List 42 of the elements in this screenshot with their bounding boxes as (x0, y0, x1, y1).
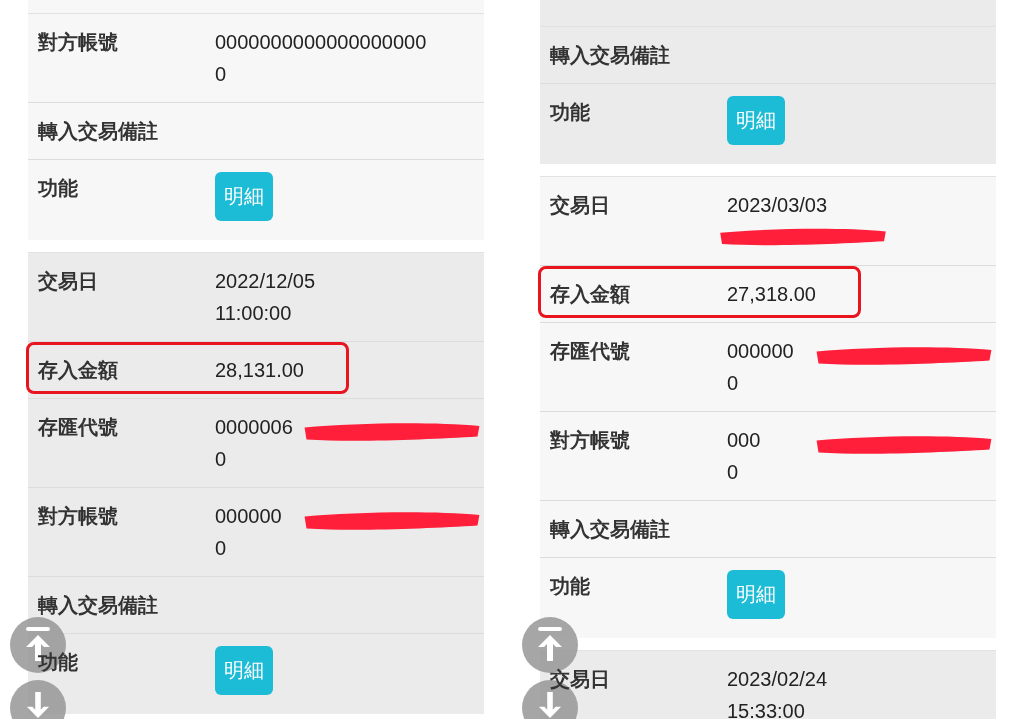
field-label: 存匯代號 (550, 339, 631, 364)
field-label: 轉入交易備註 (38, 593, 159, 618)
field-label: 存匯代號 (38, 415, 119, 440)
field-label: 轉入交易備註 (550, 517, 671, 542)
field-label: 功能 (550, 100, 591, 125)
field-label: 存入金額 (38, 358, 119, 383)
field-label: 交易日 (550, 193, 611, 218)
field-value: 28,131.00 (215, 358, 304, 383)
field-value: 000000 (215, 504, 282, 529)
field-label: 功能 (38, 650, 79, 675)
field-label: 對方帳號 (38, 504, 119, 529)
field-label: 功能 (38, 176, 79, 201)
detail-button[interactable]: 明細 (727, 570, 785, 619)
field-value: 000000 (727, 339, 794, 364)
field-value: 0 (215, 447, 227, 472)
field-value: 0 (215, 62, 227, 87)
field-label: 對方帳號 (38, 30, 119, 55)
field-label: 對方帳號 (550, 428, 631, 453)
field-value: 2022/12/05 (215, 269, 316, 294)
field-label: 功能 (550, 574, 591, 599)
field-value: 2023/02/24 (727, 667, 828, 692)
field-value: 15:33:00 (727, 699, 805, 719)
field-value: 27,318.00 (727, 282, 816, 307)
arrow-down-icon (538, 692, 562, 718)
field-value: 0 (727, 371, 739, 396)
arrow-down-icon (26, 692, 50, 718)
detail-button[interactable]: 明細 (727, 96, 785, 145)
field-label: 轉入交易備註 (38, 119, 159, 144)
detail-button[interactable]: 明細 (215, 646, 273, 695)
field-value: 0 (215, 536, 227, 561)
field-value: 000 (727, 428, 761, 453)
field-value: 11:00:00 (215, 301, 292, 326)
field-value: 0000000000000000000 (215, 30, 427, 55)
field-label: 存入金額 (550, 282, 631, 307)
field-value: 2023/03/03 (727, 193, 828, 218)
field-value: 0000006 (215, 415, 293, 440)
field-value: 0 (727, 460, 739, 485)
field-label: 交易日 (38, 269, 99, 294)
field-label: 交易日 (550, 667, 611, 692)
field-label: 轉入交易備註 (550, 43, 671, 68)
arrow-up-icon (538, 627, 562, 661)
detail-button[interactable]: 明細 (215, 172, 273, 221)
